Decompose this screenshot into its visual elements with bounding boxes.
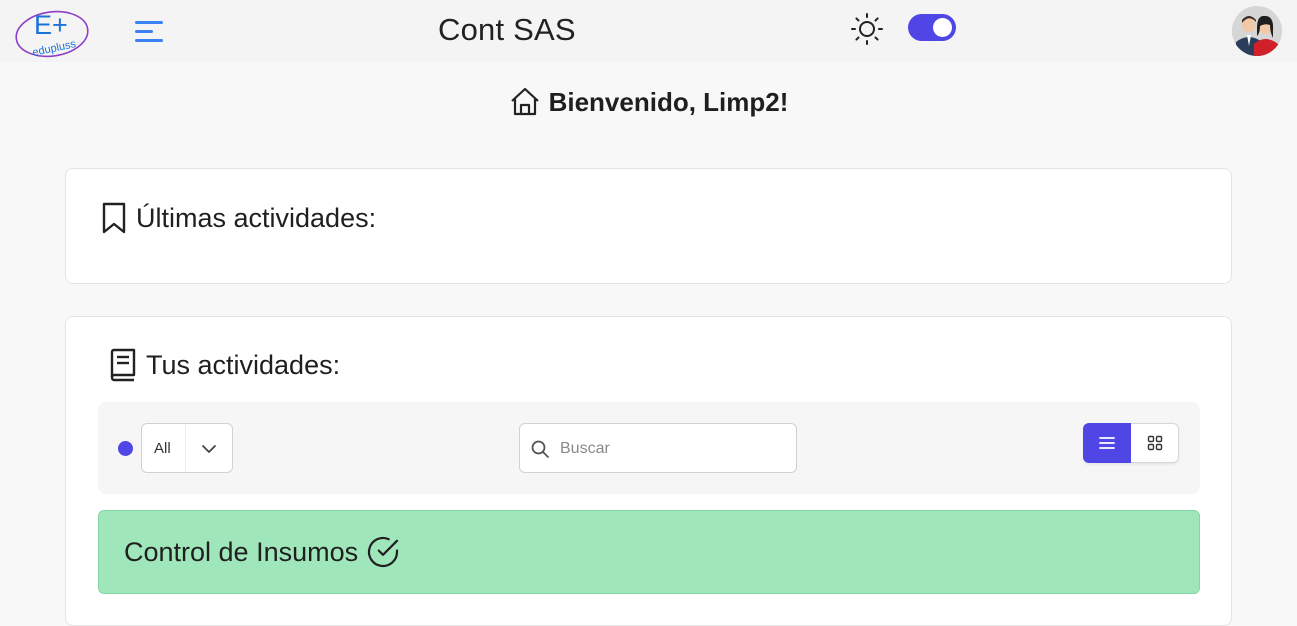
filter-select-value: All [154,440,171,457]
edupluss-logo[interactable]: E+ edupluss [14,2,92,60]
toggle-knob [933,18,952,37]
your-activities-label: Tus actividades: [146,349,341,380]
menu-icon[interactable] [134,18,164,46]
chevron-down-icon [202,445,216,453]
recent-activities-card: Últimas actividades: [65,168,1232,284]
bookmark-icon [102,202,126,234]
svg-text:E+: E+ [34,10,68,40]
filter-bar: All [98,402,1200,494]
top-bar: E+ edupluss Cont SAS [0,0,1297,62]
view-switcher [1083,423,1179,463]
search-icon [531,440,549,458]
check-circle-icon [368,536,399,568]
recent-activities-title: Últimas actividades: [100,201,376,235]
app-title: Cont SAS [438,12,576,47]
recent-activities-label: Últimas actividades: [136,202,377,233]
activity-name: Control de Insumos [124,536,359,567]
home-icon [510,87,539,116]
book-icon [110,348,136,382]
grid-view-button[interactable] [1131,423,1179,463]
activity-item[interactable]: Control de Insumos [98,510,1200,594]
your-activities-title: Tus actividades: [106,348,340,382]
search-box [519,423,797,473]
avatar[interactable] [1232,6,1282,56]
your-activities-card: Tus actividades: All Buscar Control de I… [65,316,1232,626]
grid-icon [1147,435,1162,451]
sun-icon[interactable] [850,12,884,46]
theme-toggle[interactable] [908,14,956,41]
search-input[interactable] [560,436,785,462]
list-icon [1099,437,1115,449]
filter-select[interactable]: All [141,423,233,473]
select-divider [185,424,186,472]
welcome-text: Bienvenido, Limp2! [548,86,789,117]
status-dot [118,441,133,456]
welcome-heading: Bienvenido, Limp2! [0,84,1297,120]
list-view-button[interactable] [1083,423,1131,463]
